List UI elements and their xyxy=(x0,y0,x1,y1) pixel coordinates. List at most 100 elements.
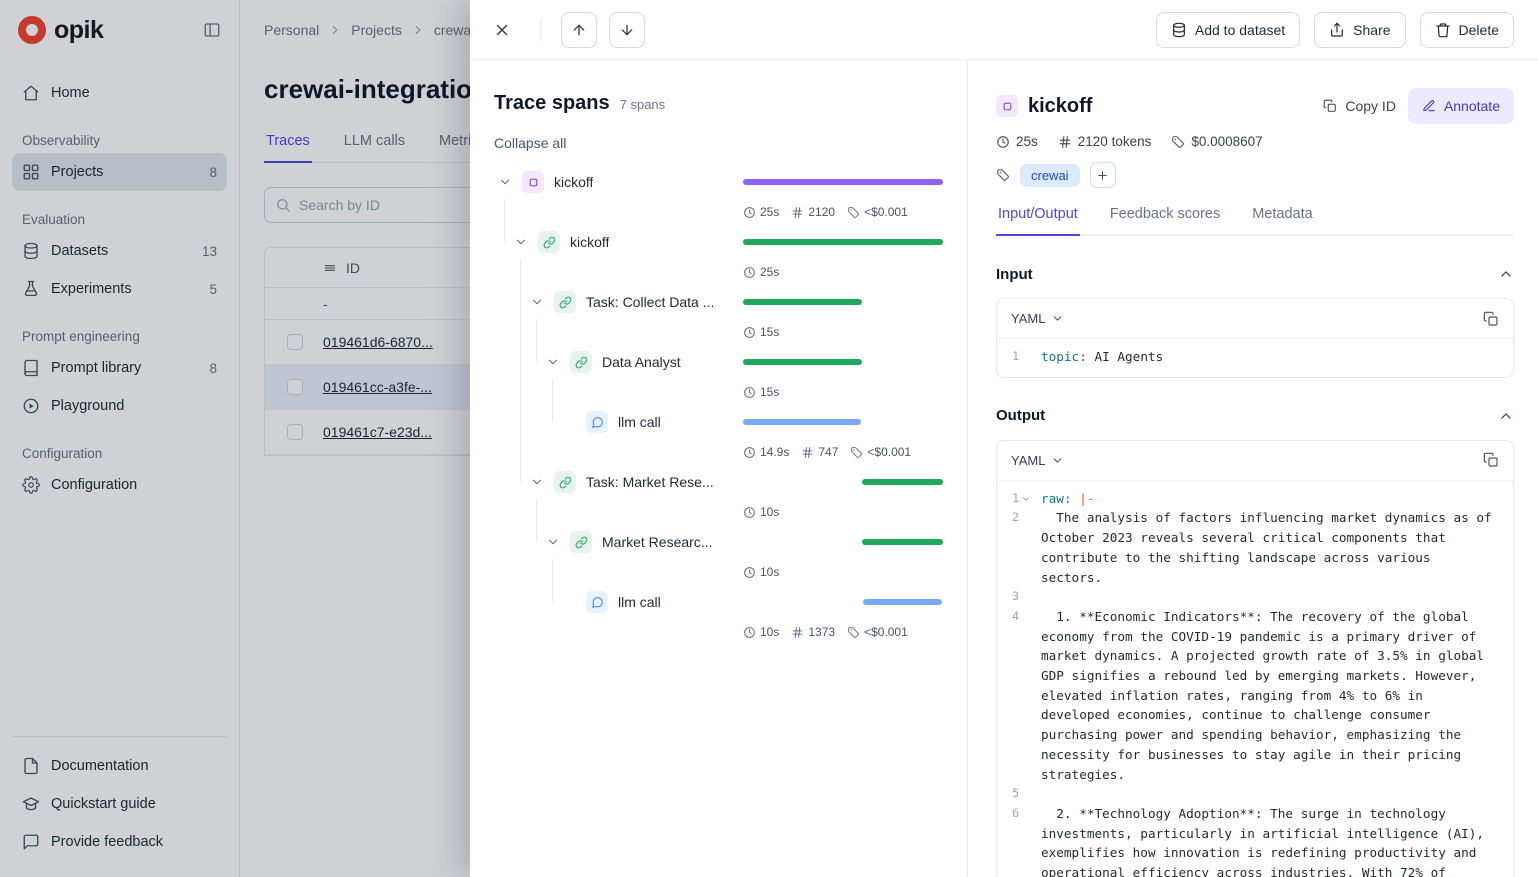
line-number: 4 xyxy=(1012,607,1019,627)
clock-icon xyxy=(743,386,756,399)
share-icon xyxy=(1329,22,1345,38)
chevron-down-icon xyxy=(1051,454,1064,467)
tab-metadata[interactable]: Metadata xyxy=(1250,206,1314,235)
link-span-icon xyxy=(554,291,576,313)
clock-icon xyxy=(996,135,1010,149)
output-section-header[interactable]: Output xyxy=(996,400,1514,432)
hash-icon xyxy=(791,626,804,639)
spans-pane-title: Trace spans xyxy=(494,92,610,115)
format-selector[interactable]: YAML xyxy=(1011,311,1064,326)
chevron-up-icon xyxy=(1498,408,1514,424)
span-tokens: 2120 xyxy=(791,205,835,219)
clock-icon xyxy=(743,626,756,639)
span-label[interactable]: Task: Collect Data ... xyxy=(586,294,714,310)
hash-icon xyxy=(1058,135,1072,149)
input-code-card: YAML 1 topic: AI Agents xyxy=(996,298,1514,378)
chevron-down-icon[interactable] xyxy=(526,291,548,313)
annotate-button[interactable]: Annotate xyxy=(1408,88,1514,124)
previous-trace-button[interactable] xyxy=(561,12,597,48)
span-duration: 10s xyxy=(743,505,779,519)
delete-button[interactable]: Delete xyxy=(1420,12,1514,48)
span-label[interactable]: kickoff xyxy=(554,174,593,190)
plus-icon xyxy=(1096,169,1109,182)
copy-id-button[interactable]: Copy ID xyxy=(1323,98,1396,114)
output-code-card: YAML 1 raw: |- 2 The analysis of factors… xyxy=(996,440,1514,877)
copy-icon xyxy=(1323,99,1337,113)
trace-icon xyxy=(996,95,1018,117)
span-row-kickoff-trace: kickoff 25s 2120 <$0.001 xyxy=(494,165,943,225)
format-selector[interactable]: YAML xyxy=(1011,453,1064,468)
trace-detail-panel: Add to dataset Share Delete Trace spans … xyxy=(470,0,1538,877)
span-duration: 15s xyxy=(743,325,779,339)
input-section-header[interactable]: Input xyxy=(996,258,1514,290)
tab-feedback-scores[interactable]: Feedback scores xyxy=(1108,206,1222,235)
chevron-down-icon[interactable] xyxy=(526,471,548,493)
chevron-down-icon[interactable] xyxy=(542,531,564,553)
clock-icon xyxy=(743,266,756,279)
output-code: 1 raw: |- 2 The analysis of factors infl… xyxy=(997,481,1513,877)
span-row-task-market: Task: Market Rese... 10s xyxy=(494,465,943,525)
span-label[interactable]: Task: Market Rese... xyxy=(586,474,714,490)
close-button[interactable] xyxy=(484,12,520,48)
detail-tabs: Input/Output Feedback scores Metadata xyxy=(996,206,1514,236)
span-duration: 15s xyxy=(743,385,779,399)
span-label[interactable]: kickoff xyxy=(570,234,609,250)
line-number: 6 xyxy=(1012,804,1019,824)
add-tag-button[interactable] xyxy=(1090,162,1116,188)
span-row-task-collect: Task: Collect Data ... 15s xyxy=(494,285,943,345)
llm-call-icon xyxy=(586,411,608,433)
clock-icon xyxy=(743,566,756,579)
share-button[interactable]: Share xyxy=(1314,12,1405,48)
span-row-kickoff: kickoff 25s xyxy=(494,225,943,285)
arrow-up-icon xyxy=(571,22,587,38)
span-detail-title: kickoff xyxy=(1028,95,1092,118)
copy-code-button[interactable] xyxy=(1483,452,1499,468)
span-duration: 25s xyxy=(743,265,779,279)
tab-input-output[interactable]: Input/Output xyxy=(996,206,1080,236)
line-number: 5 xyxy=(1012,784,1019,804)
code-text: 1. **Economic Indicators**: The recovery… xyxy=(1041,607,1499,784)
code-text: 2. **Technology Adoption**: The surge in… xyxy=(1041,804,1499,877)
annotate-label: Annotate xyxy=(1444,98,1500,114)
copy-icon xyxy=(1483,311,1499,327)
line-number: 1 xyxy=(1012,489,1019,509)
chevron-down-icon[interactable] xyxy=(494,171,516,193)
tag-icon xyxy=(1171,135,1185,149)
link-span-icon xyxy=(554,471,576,493)
span-cost: <$0.001 xyxy=(847,625,908,639)
chevron-down-icon[interactable] xyxy=(542,351,564,373)
next-trace-button[interactable] xyxy=(609,12,645,48)
panel-toolbar: Add to dataset Share Delete xyxy=(470,0,1538,60)
toolbar-divider xyxy=(540,19,541,41)
copy-code-button[interactable] xyxy=(1483,311,1499,327)
chevron-down-icon[interactable] xyxy=(510,231,532,253)
dataset-icon xyxy=(1171,22,1187,38)
span-duration-bar xyxy=(862,539,943,545)
collapse-all-button[interactable]: Collapse all xyxy=(494,135,566,151)
tree-guide xyxy=(536,499,537,542)
format-label: YAML xyxy=(1011,311,1045,326)
line-number: 2 xyxy=(1012,508,1019,528)
span-label[interactable]: llm call xyxy=(618,414,661,430)
span-label[interactable]: llm call xyxy=(618,594,661,610)
code-text: topic: AI Agents xyxy=(1041,347,1499,367)
tag-icon xyxy=(996,168,1010,182)
llm-call-icon xyxy=(586,591,608,613)
tree-spacer xyxy=(558,591,580,613)
span-duration: 10s xyxy=(743,565,779,579)
tree-guide xyxy=(504,199,505,242)
span-cost: <$0.001 xyxy=(847,205,908,219)
fold-chevron-icon[interactable] xyxy=(1021,489,1033,509)
tag-icon xyxy=(850,446,863,459)
span-label[interactable]: Market Researc... xyxy=(602,534,712,550)
span-duration: 25s xyxy=(743,205,779,219)
tag-crewai[interactable]: crewai xyxy=(1020,164,1080,187)
add-to-dataset-button[interactable]: Add to dataset xyxy=(1156,12,1300,48)
close-icon xyxy=(493,21,511,39)
span-duration: 14.9s xyxy=(743,445,789,459)
span-tokens: 747 xyxy=(801,445,838,459)
code-text: The analysis of factors influencing mark… xyxy=(1041,508,1499,587)
span-label[interactable]: Data Analyst xyxy=(602,354,681,370)
trace-icon xyxy=(522,171,544,193)
tag-icon xyxy=(847,626,860,639)
